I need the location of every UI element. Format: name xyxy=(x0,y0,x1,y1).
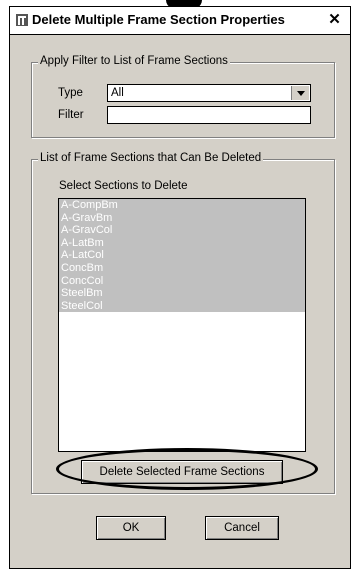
list-item[interactable]: A-LatBm xyxy=(59,236,305,250)
close-icon[interactable]: ✕ xyxy=(326,12,343,28)
type-dropdown-value: All xyxy=(111,87,124,99)
filter-label: Filter xyxy=(58,109,84,121)
list-item[interactable]: ConcBm xyxy=(59,261,305,275)
filter-input[interactable] xyxy=(107,106,311,124)
list-item[interactable]: A-CompBm xyxy=(59,199,305,212)
list-item[interactable]: A-GravBm xyxy=(59,211,305,225)
list-item[interactable]: SteelCol xyxy=(59,299,305,313)
list-group-legend: List of Frame Sections that Can Be Delet… xyxy=(38,152,264,164)
list-item[interactable]: ConcCol xyxy=(59,274,305,288)
list-item[interactable]: SteelBm xyxy=(59,287,305,300)
app-icon xyxy=(16,14,28,26)
ok-button[interactable]: OK xyxy=(96,516,166,540)
list-item[interactable]: A-GravCol xyxy=(59,224,305,237)
sections-listbox[interactable]: A-CompBm A-GravBm A-GravCol A-LatBm A-LatCol… xyxy=(58,198,306,452)
chevron-down-icon[interactable] xyxy=(291,86,309,100)
dialog-title: Delete Multiple Frame Section Properties xyxy=(32,12,285,27)
type-label: Type xyxy=(58,87,83,99)
filter-group: Apply Filter to List of Frame Sections T… xyxy=(31,55,335,138)
list-group: List of Frame Sections that Can Be Delet… xyxy=(31,152,335,494)
cancel-button[interactable]: Cancel xyxy=(205,516,279,540)
filter-group-legend: Apply Filter to List of Frame Sections xyxy=(38,55,230,67)
dialog-window: Delete Multiple Frame Section Properties… xyxy=(9,6,351,569)
select-sections-label: Select Sections to Delete xyxy=(59,180,188,192)
title-bar: Delete Multiple Frame Section Properties… xyxy=(10,7,350,35)
list-item[interactable]: A-LatCol xyxy=(59,249,305,262)
type-dropdown[interactable]: All xyxy=(107,84,311,102)
delete-selected-button[interactable]: Delete Selected Frame Sections xyxy=(81,460,283,484)
